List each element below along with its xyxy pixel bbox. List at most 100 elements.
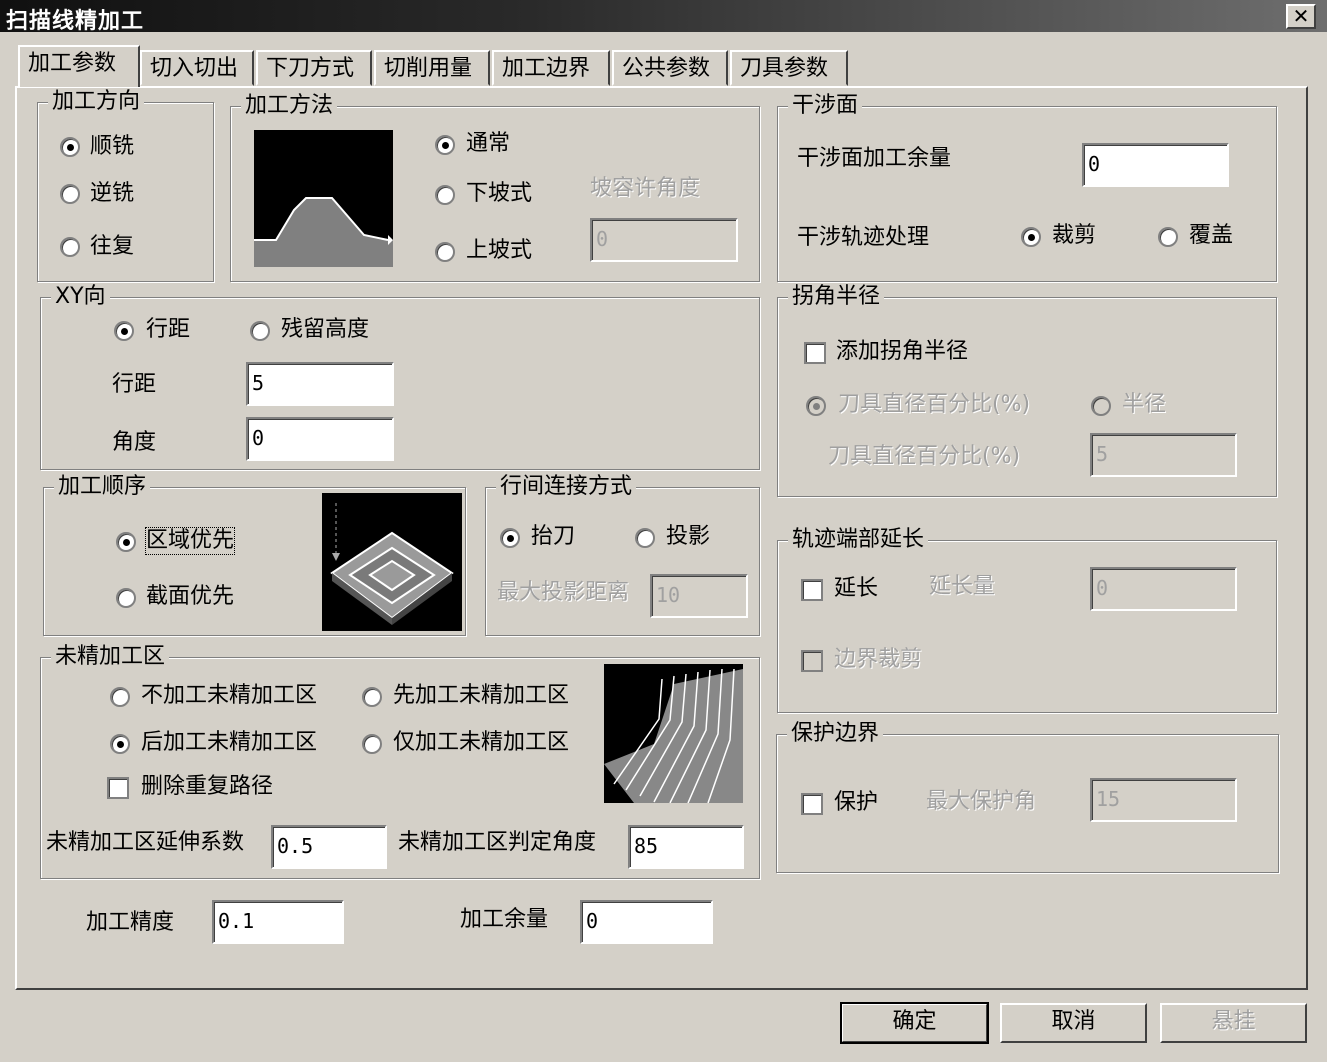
no-unfinished-label: 不加工未精加工区	[141, 683, 318, 708]
method-preview-image	[254, 130, 393, 267]
tab-tool-params[interactable]: 刀具参数	[730, 50, 848, 86]
protect-label: 保护	[834, 790, 879, 815]
slope-angle-field[interactable]: 0	[590, 218, 738, 262]
stepover-option-label: 行距	[146, 317, 191, 342]
region-first-label: 区域优先	[144, 527, 236, 555]
ok-button[interactable]: 确定	[840, 1002, 989, 1044]
cover-radio[interactable]	[1158, 227, 1178, 247]
max-protect-angle-label: 最大保护角	[926, 789, 1037, 814]
stepover-field[interactable]: 5	[246, 362, 394, 406]
extend-amount-label: 延长量	[929, 574, 996, 599]
region-first-radio[interactable]	[116, 532, 136, 552]
normal-label: 通常	[466, 131, 511, 156]
allowance-label: 加工余量	[460, 907, 549, 932]
section-first-radio[interactable]	[116, 588, 136, 608]
extend-label: 延长	[834, 576, 879, 601]
protect-checkbox[interactable]	[801, 793, 823, 815]
tab-common-params[interactable]: 公共参数	[612, 50, 728, 86]
tab-boundary[interactable]: 加工边界	[492, 50, 610, 86]
section-first-label: 截面优先	[146, 584, 235, 609]
normal-radio[interactable]	[435, 135, 455, 155]
angle-field[interactable]: 0	[246, 417, 394, 461]
interference-allowance-label: 干涉面加工余量	[797, 146, 952, 171]
interference-path-label: 干涉轨迹处理	[797, 225, 930, 250]
unfinished-first-radio[interactable]	[362, 687, 382, 707]
slope-angle-label: 坡容许角度	[590, 176, 701, 201]
unfinished-first-label: 先加工未精加工区	[393, 683, 570, 708]
unfinished-angle-label: 未精加工区判定角度	[398, 830, 597, 855]
corner-radius-legend: 拐角半径	[788, 284, 885, 310]
precision-label: 加工精度	[86, 910, 175, 935]
no-unfinished-radio[interactable]	[110, 687, 130, 707]
tab-lead-in-out[interactable]: 切入切出	[140, 50, 254, 86]
radius-option-label: 半径	[1122, 392, 1167, 417]
climb-radio[interactable]	[60, 137, 80, 157]
angle-label: 角度	[112, 430, 157, 455]
tab-machining-params[interactable]: 加工参数	[18, 45, 140, 87]
residual-height-label: 残留高度	[281, 317, 370, 342]
xy-legend: XY向	[51, 284, 110, 310]
close-button[interactable]: ✕	[1286, 4, 1316, 29]
suspend-button[interactable]: 悬挂	[1160, 1003, 1307, 1043]
window-title: 扫描线精加工	[6, 9, 145, 34]
interference-group: 干涉面	[777, 93, 1277, 282]
unfinished-preview-image	[604, 664, 743, 803]
extend-group: 轨迹端部延长	[777, 527, 1277, 713]
stepover-radio[interactable]	[114, 321, 134, 341]
max-projection-label: 最大投影距离	[497, 580, 630, 605]
tab-cutting-amount[interactable]: 切削用量	[374, 50, 490, 86]
tool-percent-radio[interactable]	[806, 396, 826, 416]
extend-amount-field[interactable]: 0	[1090, 567, 1237, 611]
allowance-field[interactable]: 0	[580, 900, 713, 944]
zigzag-label: 往复	[90, 234, 135, 259]
uphill-radio[interactable]	[435, 242, 455, 262]
dialog-window: 扫描线精加工 ✕ 加工参数 切入切出 下刀方式 切削用量 加工边界 公共参数 刀…	[0, 0, 1327, 1062]
tab-plunge-mode[interactable]: 下刀方式	[256, 50, 372, 86]
close-icon: ✕	[1292, 4, 1310, 28]
projection-label: 投影	[666, 524, 711, 549]
add-corner-radius-checkbox[interactable]	[804, 342, 826, 364]
delete-duplicate-checkbox[interactable]	[107, 777, 129, 799]
link-legend: 行间连接方式	[496, 474, 637, 500]
unfinished-extension-label: 未精加工区延伸系数	[46, 830, 245, 855]
cover-label: 覆盖	[1189, 223, 1234, 248]
cancel-button[interactable]: 取消	[1000, 1003, 1147, 1043]
radius-radio[interactable]	[1091, 396, 1111, 416]
stepover-label: 行距	[112, 372, 157, 397]
uphill-label: 上坡式	[466, 238, 533, 263]
title-bar[interactable]: 扫描线精加工 ✕	[0, 0, 1327, 34]
extend-checkbox[interactable]	[801, 579, 823, 601]
trim-label: 裁剪	[1052, 223, 1097, 248]
interference-allowance-field[interactable]: 0	[1082, 143, 1229, 187]
delete-duplicate-label: 删除重复路径	[141, 774, 274, 799]
climb-label: 顺铣	[90, 134, 135, 159]
boundary-trim-label: 边界裁剪	[834, 647, 923, 672]
order-preview-image	[322, 493, 462, 631]
trim-radio[interactable]	[1021, 227, 1041, 247]
direction-legend: 加工方向	[48, 89, 145, 115]
unfinished-angle-field[interactable]: 85	[628, 825, 744, 869]
method-legend: 加工方法	[241, 93, 338, 119]
unfinished-extension-field[interactable]: 0.5	[271, 825, 387, 869]
lift-label: 抬刀	[531, 524, 576, 549]
unfinished-legend: 未精加工区	[51, 644, 170, 670]
add-corner-radius-label: 添加拐角半径	[836, 339, 969, 364]
max-projection-field[interactable]: 10	[650, 574, 748, 618]
order-legend: 加工顺序	[54, 474, 151, 500]
residual-height-radio[interactable]	[250, 321, 270, 341]
downhill-label: 下坡式	[466, 181, 533, 206]
precision-field[interactable]: 0.1	[212, 900, 344, 944]
tool-percent-option-label: 刀具直径百分比(%)	[838, 392, 1031, 417]
unfinished-after-radio[interactable]	[110, 734, 130, 754]
downhill-radio[interactable]	[435, 185, 455, 205]
conventional-radio[interactable]	[60, 184, 80, 204]
unfinished-only-radio[interactable]	[362, 734, 382, 754]
extend-legend: 轨迹端部延长	[788, 527, 929, 553]
projection-radio[interactable]	[635, 528, 655, 548]
max-protect-angle-field[interactable]: 15	[1090, 778, 1237, 822]
tool-percent-field[interactable]: 5	[1090, 433, 1237, 477]
boundary-trim-checkbox[interactable]	[801, 650, 823, 672]
lift-radio[interactable]	[500, 528, 520, 548]
unfinished-after-label: 后加工未精加工区	[141, 730, 318, 755]
zigzag-radio[interactable]	[60, 237, 80, 257]
